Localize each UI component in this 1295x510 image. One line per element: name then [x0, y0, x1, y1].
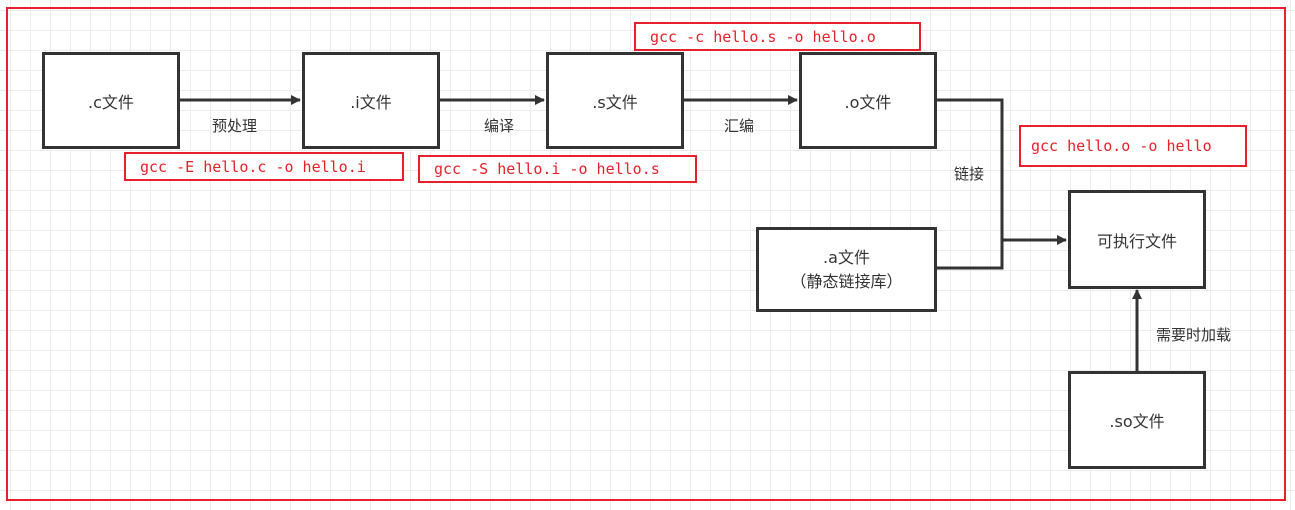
node-label: .s文件: [592, 92, 638, 112]
node-s-file: .s文件: [546, 52, 684, 149]
node-so-file: .so文件: [1068, 371, 1206, 469]
node-sublabel: （静态链接库）: [790, 271, 903, 291]
command-preprocess: gcc -E hello.c -o hello.i: [124, 152, 404, 181]
node-c-file: .c文件: [42, 52, 180, 149]
node-a-file: .a文件 （静态链接库）: [756, 227, 937, 312]
node-label: .i文件: [350, 92, 392, 112]
edge-label-load: 需要时加载: [1156, 326, 1232, 344]
edge-label-assemble: 汇编: [724, 117, 755, 135]
line-o-to-link: [937, 98, 1004, 270]
node-label: .c文件: [88, 92, 134, 112]
node-label: .so文件: [1109, 412, 1165, 431]
node-executable: 可执行文件: [1068, 190, 1206, 289]
edge-label-link: 链接: [954, 165, 985, 183]
node-label: 可执行文件: [1096, 231, 1177, 251]
node-label: .a文件: [823, 247, 870, 267]
command-compile: gcc -S hello.i -o hello.s: [418, 155, 697, 183]
edge-label-preprocess: 预处理: [212, 117, 258, 135]
command-link: gcc hello.o -o hello: [1019, 125, 1247, 167]
node-label: .o文件: [844, 92, 892, 112]
node-i-file: .i文件: [302, 52, 440, 149]
edge-label-compile: 编译: [484, 117, 515, 135]
command-assemble: gcc -c hello.s -o hello.o: [634, 22, 921, 51]
node-o-file: .o文件: [799, 52, 937, 149]
